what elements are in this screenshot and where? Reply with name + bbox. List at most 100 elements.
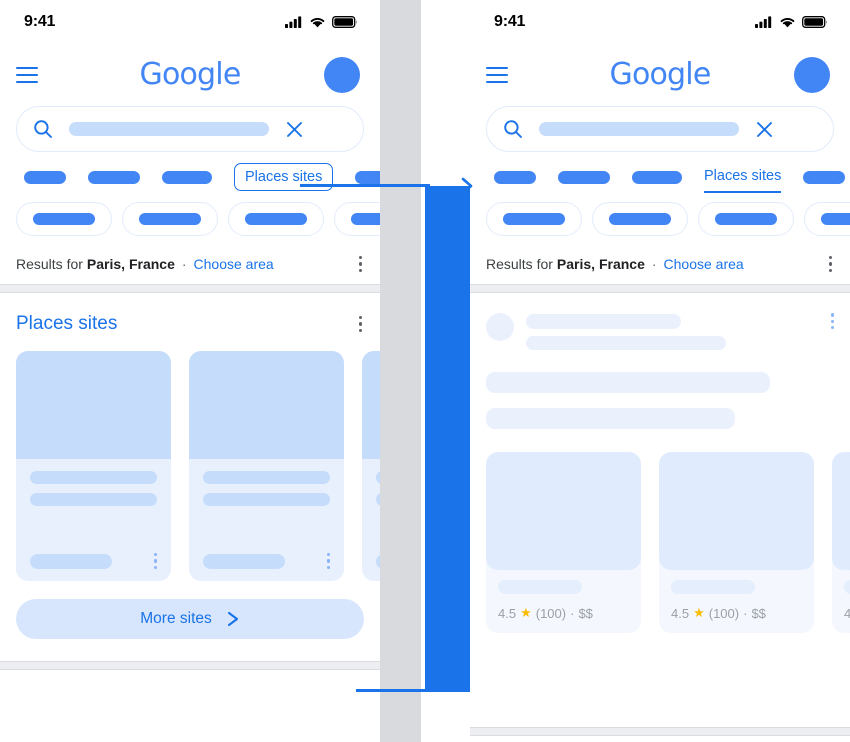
card-thumbnail [486, 452, 641, 571]
wifi-icon [310, 17, 325, 28]
tab-placeholder-1[interactable] [24, 170, 66, 184]
chip-label-placeholder [715, 213, 777, 225]
more-vert-icon[interactable] [828, 256, 832, 273]
search-bar[interactable] [16, 106, 364, 152]
skeleton-title-line [526, 314, 681, 330]
bottom-divider [470, 727, 850, 736]
filter-chip-4[interactable] [804, 202, 850, 236]
card-rating-row: 4.5 ★ (100) · $$ [498, 605, 629, 621]
filter-chip-1[interactable] [16, 202, 112, 236]
avatar[interactable] [324, 57, 360, 93]
rating-value: 4.5 [844, 605, 850, 621]
place-card[interactable] [16, 351, 171, 582]
more-vert-icon[interactable] [326, 553, 330, 570]
search-wrap-left [0, 106, 380, 152]
status-icons [755, 16, 828, 28]
card-title-placeholder [203, 471, 330, 485]
place-card[interactable] [189, 351, 344, 582]
filter-chip-3[interactable] [228, 202, 324, 236]
search-icon [34, 120, 52, 138]
chip-label-placeholder [351, 213, 380, 225]
more-sites-button[interactable]: More sites [16, 599, 364, 640]
battery-icon [802, 16, 828, 28]
card-title-placeholder [671, 580, 755, 595]
connector-bar [425, 186, 470, 692]
phone-right: 9:41 Google Places sites Results for Par… [470, 0, 850, 742]
place-card[interactable]: 4.5 ★ (100) · $$ [659, 452, 814, 634]
close-icon[interactable] [755, 120, 774, 139]
chips-row-right [470, 190, 850, 248]
skeleton-subtitle-line [526, 336, 726, 351]
tab-placeholder-2[interactable] [88, 170, 140, 184]
more-sites-label: More sites [140, 610, 212, 628]
search-bar[interactable] [486, 106, 834, 152]
results-separator: · [181, 256, 187, 273]
tab-places-sites[interactable]: Places sites [234, 163, 334, 191]
place-cards-row-left [0, 335, 380, 582]
card-footer [203, 553, 330, 570]
skeleton-body-line-2 [486, 408, 735, 430]
place-card[interactable] [362, 351, 380, 582]
rating-separator: · [743, 605, 748, 621]
tabs-row-left: Places sites [0, 152, 380, 191]
search-input[interactable] [69, 122, 269, 136]
filter-chip-2[interactable] [122, 202, 218, 236]
panel-gap-column [380, 0, 421, 742]
tab-places-sites[interactable]: Places sites [704, 168, 782, 193]
filter-chip-1[interactable] [486, 202, 582, 236]
tab-placeholder-1[interactable] [494, 170, 536, 184]
choose-area-link[interactable]: Choose area [194, 256, 274, 272]
status-bar-left: 9:41 [0, 0, 380, 44]
brand-wordmark: Google [0, 60, 380, 90]
skeleton-body-line-1 [486, 372, 770, 394]
tab-placeholder-2[interactable] [558, 170, 610, 184]
chip-label-placeholder [609, 213, 671, 225]
filter-chip-3[interactable] [698, 202, 794, 236]
more-sites-wrap: More sites [0, 581, 380, 655]
place-card[interactable]: 4.5 ★ (100) · $$ [832, 452, 850, 634]
skeleton-avatar [486, 313, 514, 342]
cellular-signal-icon [755, 16, 772, 28]
search-input[interactable] [539, 122, 739, 136]
tab-placeholder-3[interactable] [162, 170, 212, 184]
card-thumbnail [832, 452, 850, 571]
rating-separator: · [570, 605, 575, 621]
bottom-divider [0, 661, 380, 671]
tab-placeholder-4[interactable] [803, 170, 846, 184]
status-icons [285, 16, 358, 28]
card-action-placeholder [30, 553, 112, 569]
tab-placeholder-4[interactable] [355, 170, 380, 184]
card-title-placeholder [376, 471, 380, 485]
more-vert-icon[interactable] [153, 553, 157, 570]
card-subtitle-placeholder [376, 493, 380, 507]
place-card[interactable]: 4.5 ★ (100) · $$ [486, 452, 641, 634]
hamburger-menu-icon[interactable] [486, 67, 508, 83]
choose-area-link[interactable]: Choose area [664, 256, 744, 272]
rating-value: 4.5 [671, 605, 690, 621]
status-bar-right: 9:41 [470, 0, 850, 44]
card-title-placeholder [30, 471, 157, 485]
more-vert-icon[interactable] [358, 256, 362, 273]
skeleton-header-lines [526, 313, 819, 351]
results-separator: · [651, 256, 657, 273]
hamburger-menu-icon[interactable] [16, 67, 38, 83]
close-icon[interactable] [285, 120, 304, 139]
battery-icon [332, 16, 358, 28]
results-label: Results for [16, 256, 83, 273]
card-subtitle-placeholder [30, 493, 157, 507]
brand-text: Google [139, 57, 242, 92]
more-vert-icon[interactable] [830, 313, 834, 330]
brand-wordmark: Google [470, 60, 850, 90]
section-title: Places sites [16, 313, 118, 335]
filter-chip-4[interactable] [334, 202, 380, 236]
results-label: Results for [486, 256, 553, 273]
more-vert-icon[interactable] [358, 316, 362, 333]
section-divider [0, 284, 380, 294]
section-header: Places sites [0, 307, 380, 335]
avatar[interactable] [794, 57, 830, 93]
tab-placeholder-3[interactable] [632, 170, 682, 184]
chip-label-placeholder [503, 213, 565, 225]
places-sites-section: Places sites More sites [0, 293, 380, 656]
filter-chip-2[interactable] [592, 202, 688, 236]
app-bar-left: Google [0, 44, 380, 106]
